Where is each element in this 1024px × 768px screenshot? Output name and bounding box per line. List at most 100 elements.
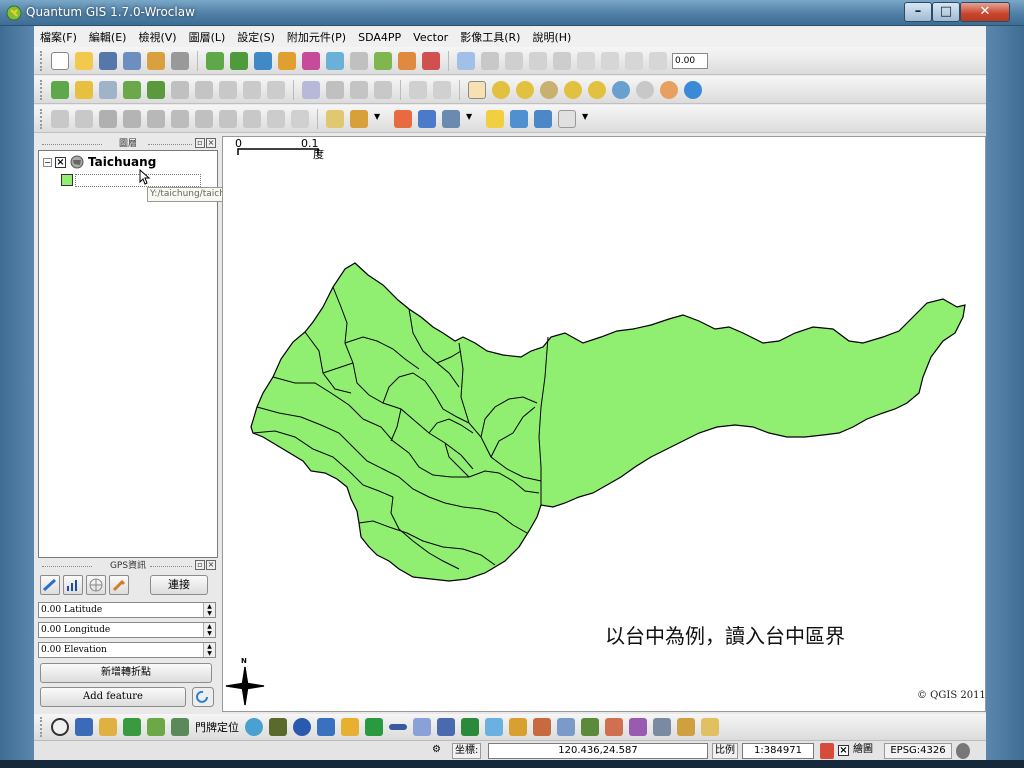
menu-layer[interactable]: 圖層(L): [183, 29, 232, 45]
grass-plugin-icon[interactable]: [581, 718, 599, 736]
maximize-button[interactable]: □: [932, 2, 960, 22]
save-edits-icon[interactable]: [481, 51, 499, 70]
select-features-icon[interactable]: [99, 109, 117, 128]
add-ring-icon[interactable]: [123, 80, 141, 99]
layer-visibility-checkbox[interactable]: ×: [55, 156, 66, 168]
menu-file[interactable]: 檔案(F): [34, 29, 83, 45]
add-part-icon[interactable]: [147, 80, 165, 99]
float-panel-button[interactable]: ▫: [195, 560, 205, 570]
vertex-icon[interactable]: [433, 80, 451, 99]
float-panel-button[interactable]: ▫: [195, 138, 205, 148]
digitize-point-icon[interactable]: [51, 80, 69, 99]
copyright-plugin-icon[interactable]: [51, 718, 69, 736]
move-feature-icon[interactable]: [505, 51, 523, 70]
spatial-query-icon[interactable]: [461, 718, 479, 736]
fill-ring-icon[interactable]: [374, 80, 392, 99]
r-plugin-icon[interactable]: [557, 718, 575, 736]
refresh-icon[interactable]: [684, 80, 702, 99]
menu-help[interactable]: 說明(H): [526, 29, 577, 45]
text-annotation-icon[interactable]: [558, 109, 576, 128]
elevation-field[interactable]: 0.00 Elevation ▲ ▼: [38, 642, 216, 658]
gps-connect-button[interactable]: 連接: [150, 575, 208, 595]
coordinate-plugin-icon[interactable]: [677, 718, 695, 736]
photo-plugin-icon[interactable]: [701, 718, 719, 736]
zoom-actual-icon[interactable]: [660, 80, 678, 99]
measure-angle-icon[interactable]: [291, 109, 309, 128]
map-canvas[interactable]: 0 0.1 度 N 以台中為例，讀入台中區界 © QGIS 2011: [222, 136, 986, 712]
toolbar-grip[interactable]: [40, 79, 44, 100]
deselect-icon[interactable]: [219, 109, 237, 128]
add-wfs-layer-icon[interactable]: [326, 51, 344, 70]
collapse-icon[interactable]: −: [43, 157, 52, 167]
add-postgis-layer-icon[interactable]: [254, 51, 272, 70]
select-rectangle-icon[interactable]: [123, 109, 141, 128]
menu-plugins[interactable]: 附加元件(P): [281, 29, 352, 45]
gps-signal-icon[interactable]: [63, 575, 83, 595]
add-vector-layer-icon[interactable]: [206, 51, 224, 70]
new-shapefile-icon[interactable]: [350, 51, 368, 70]
node-edit-icon[interactable]: [409, 80, 427, 99]
save-as-icon[interactable]: [123, 51, 141, 70]
dropdown-arrow-icon[interactable]: ▼: [374, 112, 388, 126]
zoom-last-icon[interactable]: [612, 80, 630, 99]
delete-ring-icon[interactable]: [171, 80, 189, 99]
minimize-button[interactable]: –: [904, 2, 932, 22]
node-tool-icon[interactable]: [529, 51, 547, 70]
select-polygon-icon[interactable]: [147, 109, 165, 128]
rotate-point-icon[interactable]: [350, 80, 368, 99]
remove-layer-icon[interactable]: [374, 51, 392, 70]
print-icon[interactable]: [171, 51, 189, 70]
add-vertex-button[interactable]: 新增轉折點: [40, 663, 212, 683]
digitize-line-icon[interactable]: [75, 80, 93, 99]
add-feature-button[interactable]: Add feature: [40, 687, 186, 707]
offset-curve-icon[interactable]: [326, 80, 344, 99]
identify-icon[interactable]: [326, 109, 344, 128]
close-button[interactable]: ✕: [960, 2, 1010, 22]
messages-icon[interactable]: [956, 743, 970, 759]
delete-part-icon[interactable]: [195, 80, 213, 99]
route-plugin-icon[interactable]: [653, 718, 671, 736]
layer-item-taichuang[interactable]: − × Taichuang: [43, 154, 156, 170]
zoom-full-icon[interactable]: [540, 80, 558, 99]
delete-selected-icon[interactable]: [553, 51, 571, 70]
zoom-next-icon[interactable]: [636, 80, 654, 99]
reset-track-icon[interactable]: [192, 687, 214, 707]
merge-features-icon[interactable]: [267, 80, 285, 99]
toolbar-grip[interactable]: [40, 717, 44, 737]
measure-tool-icon[interactable]: [442, 109, 460, 128]
add-wms-layer-icon[interactable]: [302, 51, 320, 70]
split-features-icon[interactable]: [243, 80, 261, 99]
line-plugin-icon[interactable]: [365, 718, 383, 736]
raster-plugin-icon[interactable]: [147, 718, 165, 736]
open-project-icon[interactable]: [75, 51, 93, 70]
layers-tree[interactable]: − × Taichuang Y:/taichung/taichuang.shp: [38, 150, 270, 558]
select-radius-icon[interactable]: [195, 109, 213, 128]
add-gpx-icon[interactable]: [422, 51, 440, 70]
add-delimited-text-icon[interactable]: [398, 51, 416, 70]
stop-render-icon[interactable]: [820, 743, 834, 759]
annotation-icon[interactable]: [486, 109, 504, 128]
map-tips-icon[interactable]: [394, 109, 412, 128]
save-project-icon[interactable]: [99, 51, 117, 70]
menu-sda4pp[interactable]: SDA4PP: [352, 31, 407, 44]
new-bookmark-icon[interactable]: [510, 109, 528, 128]
zoom-out-icon[interactable]: [516, 80, 534, 99]
gps-track-icon[interactable]: [40, 575, 60, 595]
globe-plugin-icon[interactable]: [245, 718, 263, 736]
longitude-field[interactable]: 0.00 Longitude ▲ ▼: [38, 622, 216, 638]
title-bar[interactable]: Quantum GIS 1.7.0-Wroclaw – □ ✕: [0, 0, 1024, 26]
close-panel-button[interactable]: ×: [206, 138, 216, 148]
menu-edit[interactable]: 編輯(E): [83, 29, 133, 45]
gps-options-icon[interactable]: [109, 575, 129, 595]
reshape-icon[interactable]: [219, 80, 237, 99]
layer-legend-symbol[interactable]: [61, 172, 201, 188]
measure-area-icon[interactable]: [267, 109, 285, 128]
north-arrow-plugin-icon[interactable]: [293, 718, 311, 736]
menu-vector[interactable]: Vector: [407, 31, 454, 44]
db-plugin-icon[interactable]: [437, 718, 455, 736]
menu-settings[interactable]: 設定(S): [231, 29, 281, 45]
paste-features-icon[interactable]: [625, 51, 643, 70]
show-bookmarks-icon[interactable]: [534, 109, 552, 128]
new-project-icon[interactable]: [51, 51, 69, 70]
delimited-text-plugin-icon[interactable]: [99, 718, 117, 736]
